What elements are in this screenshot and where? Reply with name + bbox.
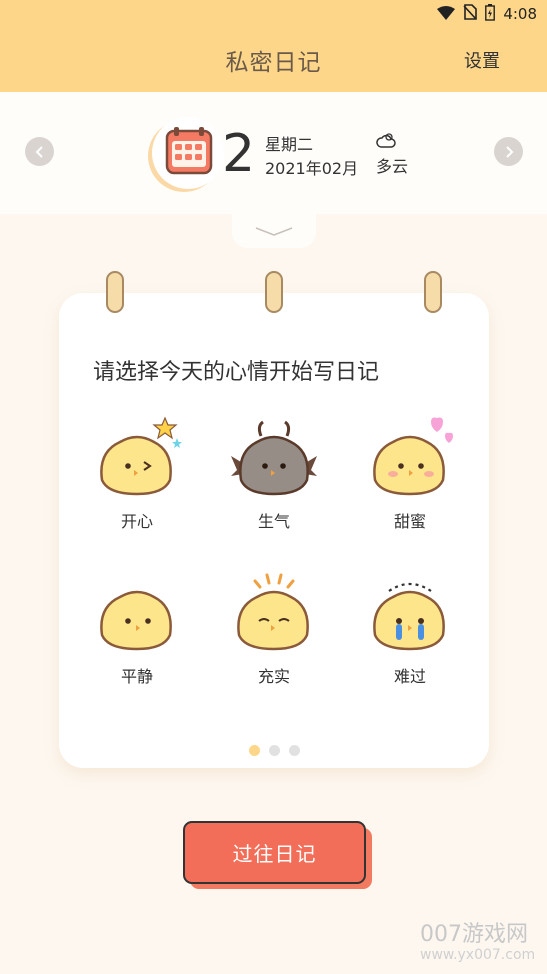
chevron-left-icon [35,145,43,158]
chevron-right-icon [505,145,513,158]
chevron-down-icon [255,227,293,236]
watermark-title: 007游戏网 [420,922,528,947]
mood-label: 开心 [120,512,153,531]
sad-chick-icon [373,582,445,651]
page-dot-active[interactable] [249,745,260,756]
mood-option-sad[interactable]: 难过 [350,567,470,687]
cloudy-icon [376,133,396,153]
binder-ring [424,271,442,313]
mood-label: 难过 [393,667,426,686]
fulfilled-chick-icon [237,573,309,651]
status-bar: 4:08 [0,0,547,28]
watermark: 007游戏网 www.yx007.com [420,922,535,962]
year-month-label: 2021年02月 [265,159,359,178]
mood-option-happy[interactable]: 开心 [77,412,197,532]
mood-option-angry[interactable]: 生气 [214,412,334,532]
sweet-chick-icon [373,417,453,496]
mood-prompt: 请选择今天的心情开始写日记 [93,360,380,385]
mood-label: 平静 [120,667,153,686]
previous-day-button[interactable] [25,137,54,166]
mood-label: 甜蜜 [393,512,426,531]
calm-chick-icon [100,590,172,651]
status-time: 4:08 [503,5,537,23]
calendar-button[interactable] [152,117,224,189]
settings-button[interactable]: 设置 [464,47,500,73]
wifi-icon [437,5,456,24]
binder-ring [106,271,124,313]
mood-option-calm[interactable]: 平静 [77,567,197,687]
happy-chick-icon [100,416,182,496]
day-number: 2 [222,124,256,184]
mood-label: 充实 [257,667,290,686]
weather-label: 多云 [376,157,409,176]
mood-option-sweet[interactable]: 甜蜜 [350,412,470,532]
battery-icon [485,3,496,25]
mood-option-fulfilled[interactable]: 充实 [214,567,334,687]
page-dot[interactable] [269,745,280,756]
past-diaries-button[interactable]: 过往日记 [183,821,366,884]
app-header: 4:08 私密日记 设置 [0,0,547,92]
page-dot[interactable] [289,745,300,756]
binder-ring [265,271,283,313]
watermark-url: www.yx007.com [420,947,536,963]
page-indicator [249,745,300,756]
angry-chick-icon [231,420,317,496]
next-day-button[interactable] [494,137,523,166]
mood-label: 生气 [257,512,290,531]
calendar-icon [165,127,213,175]
no-sim-icon [463,4,478,24]
expand-toggle[interactable] [232,214,316,248]
weekday-label: 星期二 [265,135,314,154]
